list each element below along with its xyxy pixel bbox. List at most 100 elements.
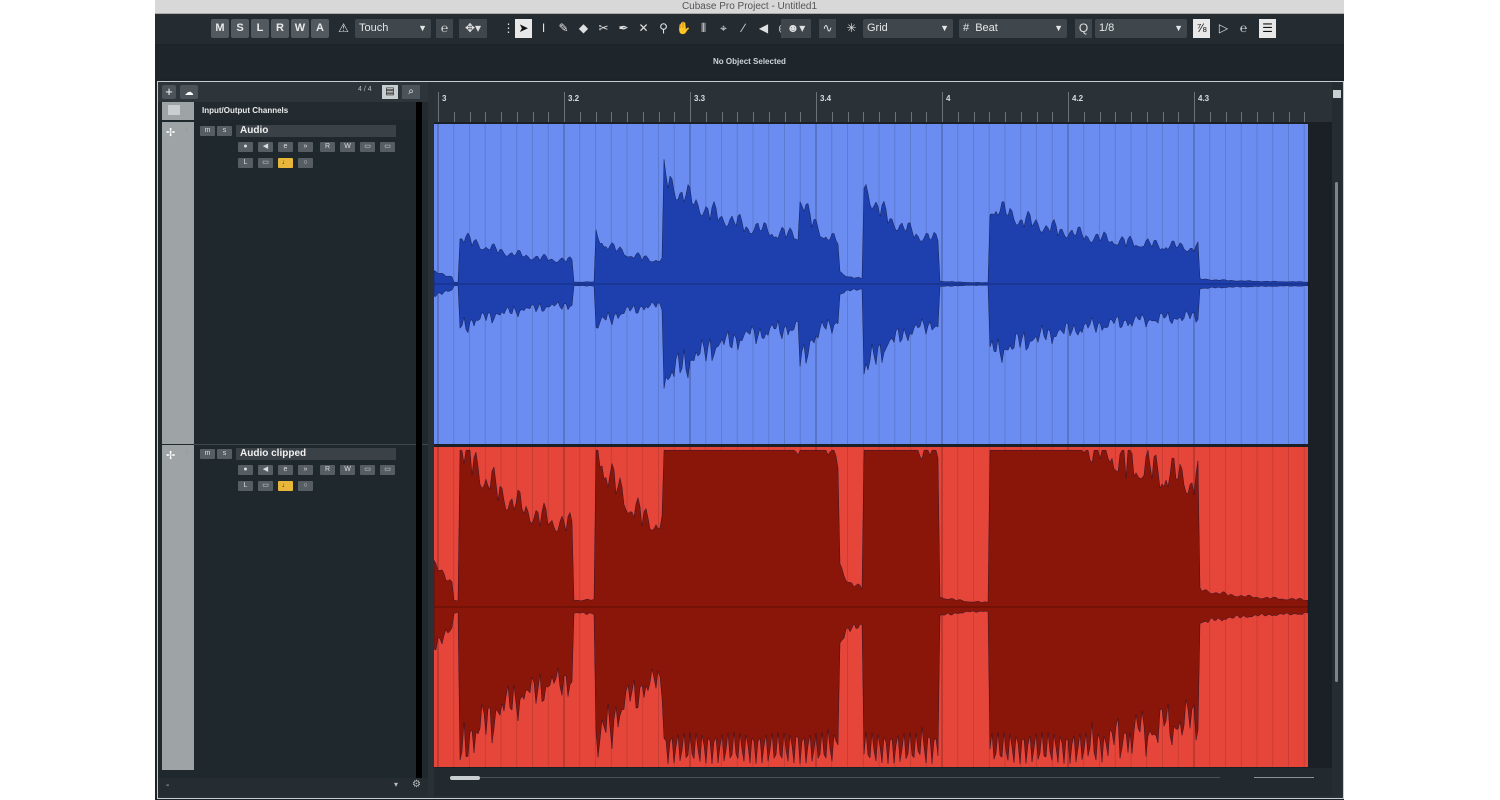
chevron-down-icon[interactable]: ▾: [394, 780, 398, 789]
pencil-tool-icon[interactable]: ✎: [555, 19, 572, 38]
read-automation-button[interactable]: R: [320, 142, 335, 152]
search-icon[interactable]: ⌕: [402, 85, 420, 99]
track-audio-clipped[interactable]: ✢ 2 m s Audio clipped ● ◀ e » R W ▭ ▭ L …: [158, 445, 428, 770]
lanes-button[interactable]: ▭: [360, 465, 375, 475]
folder-track[interactable]: Input/Output Channels: [158, 102, 428, 120]
track-name[interactable]: Audio clipped: [236, 448, 396, 460]
ruler-subtick: [674, 112, 676, 122]
hand-tool-icon[interactable]: ✋: [675, 19, 692, 38]
folder-button[interactable]: ▭: [258, 158, 273, 168]
track-presets-icon[interactable]: ☁: [180, 85, 198, 99]
glue-tool-icon[interactable]: ✒: [615, 19, 632, 38]
lanes-button[interactable]: ▭: [360, 142, 375, 152]
quantize-value-select[interactable]: 1/8 ▼: [1095, 19, 1187, 38]
speaker-tool-icon[interactable]: ◀: [755, 19, 772, 38]
scissors-tool-icon[interactable]: ✂: [595, 19, 612, 38]
track-audio[interactable]: ✢ 1 m s Audio ● ◀ e » R W ▭ ▭ L ▭ ♩ ○: [158, 122, 428, 444]
lock-button[interactable]: e: [278, 142, 293, 152]
automation-icon[interactable]: ⚠: [335, 19, 352, 38]
mute-button[interactable]: m: [200, 126, 215, 136]
quantize-settings-icon[interactable]: ℮: [1235, 19, 1252, 38]
scroll-menu-icon[interactable]: [1333, 90, 1341, 98]
quantize-icon[interactable]: Q: [1075, 19, 1092, 38]
vertical-scrollbar[interactable]: [1332, 82, 1342, 796]
pointer-tool-icon[interactable]: ➤: [515, 19, 532, 38]
chevron-down-icon: ▼: [940, 23, 949, 33]
ruler-subtick: [753, 112, 754, 122]
comp-tool-icon[interactable]: ⫴: [695, 19, 712, 38]
solo-button[interactable]: s: [217, 126, 232, 136]
solo-button[interactable]: s: [217, 449, 232, 459]
zoom-slider[interactable]: [1254, 777, 1314, 778]
state-button-m[interactable]: M: [211, 19, 229, 38]
snap-type-select[interactable]: Grid ▼: [863, 19, 953, 38]
nudge-icon[interactable]: ✥▾: [459, 19, 487, 38]
inserts-button[interactable]: L: [238, 481, 253, 491]
record-enable-button[interactable]: ●: [238, 465, 253, 475]
freeze-button[interactable]: »: [298, 465, 313, 475]
track-rail: [162, 445, 194, 770]
quantize-value: 1/8: [1099, 22, 1115, 34]
ruler-subtick: [831, 112, 833, 122]
mute-button[interactable]: m: [200, 449, 215, 459]
ruler-subtick: [926, 112, 928, 122]
timewarp-tool-icon[interactable]: ⌖: [715, 19, 732, 38]
event-audio[interactable]: [434, 124, 1332, 444]
ruler-subtick: [658, 112, 660, 122]
write-automation-button[interactable]: W: [340, 465, 355, 475]
state-button-r[interactable]: R: [271, 19, 289, 38]
scrollbar-thumb[interactable]: [1335, 182, 1338, 682]
ruler-subtick: [705, 112, 707, 122]
write-automation-button[interactable]: W: [340, 142, 355, 152]
state-button-s[interactable]: S: [231, 19, 249, 38]
record-enable-button[interactable]: ●: [238, 142, 253, 152]
grid-type-select[interactable]: # Beat ▼: [959, 19, 1067, 38]
horizontal-scrollbar[interactable]: [434, 768, 1332, 796]
eraser-tool-icon[interactable]: ◆: [575, 19, 592, 38]
zoom-out-icon[interactable]: -: [166, 780, 169, 791]
lock-button[interactable]: e: [278, 465, 293, 475]
channel-settings-button[interactable]: ○: [298, 481, 313, 491]
channel-settings-button[interactable]: ○: [298, 158, 313, 168]
ruler-subtick: [879, 112, 880, 122]
title-bar: Cubase Pro Project - Untitled1: [155, 0, 1344, 14]
read-automation-button[interactable]: R: [320, 465, 335, 475]
apply-quantize-icon[interactable]: ▷: [1215, 19, 1232, 38]
zoom-tool-icon[interactable]: ⚲: [655, 19, 672, 38]
ruler-tick: [564, 92, 565, 122]
edit-button[interactable]: ▭: [380, 465, 395, 475]
gear-icon[interactable]: ⚙: [412, 779, 421, 790]
scrollbar-thumb[interactable]: [450, 776, 480, 780]
iterative-quantize-icon[interactable]: ⅞: [1193, 19, 1210, 38]
track-visibility-icon[interactable]: ▤: [382, 85, 398, 99]
range-tool-icon[interactable]: I: [535, 19, 552, 38]
line-tool-icon[interactable]: ∕: [735, 19, 752, 38]
automation-mode-select[interactable]: Touch ▼: [355, 19, 431, 38]
add-track-button[interactable]: +: [162, 85, 176, 99]
state-button-l[interactable]: L: [251, 19, 269, 38]
folder-track-name: Input/Output Channels: [202, 106, 289, 115]
timebase-button[interactable]: ♩: [278, 158, 293, 168]
ruler-subtick: [548, 112, 550, 122]
ruler[interactable]: 3 3.2 3.3 3.4 4 4.2 4.3: [434, 82, 1332, 122]
monitor-button[interactable]: ◀: [258, 465, 273, 475]
track-list-splitter[interactable]: [416, 102, 422, 778]
edit-button[interactable]: ▭: [380, 142, 395, 152]
track-list-header: + ☁ 4 / 4 ▤ ⌕: [158, 82, 428, 102]
autoscroll-icon[interactable]: ∿: [819, 19, 836, 38]
folder-button[interactable]: ▭: [258, 481, 273, 491]
inserts-button[interactable]: L: [238, 158, 253, 168]
timebase-button[interactable]: ♩: [278, 481, 293, 491]
state-button-a[interactable]: A: [311, 19, 329, 38]
track-name[interactable]: Audio: [236, 125, 396, 137]
event-audio-clipped[interactable]: [434, 447, 1332, 767]
monitor-button[interactable]: ◀: [258, 142, 273, 152]
cubase-window: Cubase Pro Project - Untitled1 MSLRWA ⚠ …: [155, 0, 1344, 800]
loop-icon[interactable]: ℮: [436, 19, 453, 38]
setup-window-layout-icon[interactable]: ☰: [1259, 19, 1276, 38]
mute-tool-icon[interactable]: ✕: [635, 19, 652, 38]
snap-icon[interactable]: ✳: [843, 19, 860, 38]
state-button-w[interactable]: W: [291, 19, 309, 38]
freeze-button[interactable]: »: [298, 142, 313, 152]
color-menu-icon[interactable]: ☻▾: [781, 19, 811, 38]
